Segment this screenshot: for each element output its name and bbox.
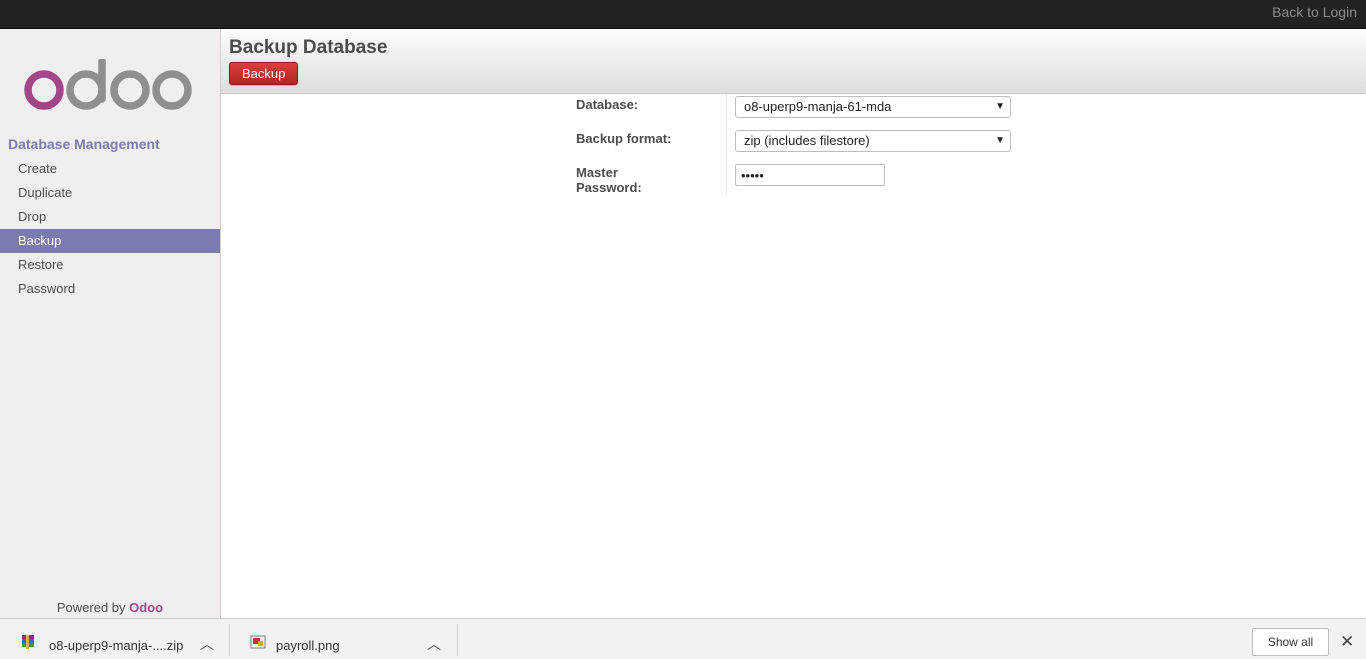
dropdown-arrow-icon: ▼: [995, 101, 1005, 112]
backup-format-select-value: zip (includes filestore): [744, 133, 870, 148]
close-icon[interactable]: ✕: [1340, 632, 1354, 652]
database-select[interactable]: o8-uperp9-manja-61-mda ▼: [735, 96, 1011, 118]
downloads-bar: o8-uperp9-manja-....zip ︿ payroll.png ︿ …: [0, 618, 1366, 659]
show-all-downloads-button[interactable]: Show all: [1252, 628, 1329, 656]
sidebar-item-create[interactable]: Create: [0, 157, 220, 181]
backup-format-label: Backup format:: [576, 131, 672, 146]
backup-format-select[interactable]: zip (includes filestore) ▼: [735, 130, 1011, 152]
database-management-title: Database Management: [8, 136, 160, 152]
sidebar-item-restore[interactable]: Restore: [0, 253, 220, 277]
chevron-up-icon[interactable]: ︿: [427, 634, 441, 654]
top-bar: Back to Login: [0, 0, 1366, 29]
powered-by: Powered by Odoo: [0, 600, 220, 615]
sidebar-item-drop[interactable]: Drop: [0, 205, 220, 229]
odoo-logo: [24, 59, 192, 110]
sidebar-item-duplicate[interactable]: Duplicate: [0, 181, 220, 205]
chevron-up-icon[interactable]: ︿: [200, 634, 214, 654]
sidebar-item-backup[interactable]: Backup: [0, 229, 220, 253]
sidebar: Database Management Create Duplicate Dro…: [0, 29, 221, 618]
master-password-label: Master Password:: [576, 165, 642, 195]
download-item[interactable]: o8-uperp9-manja-....zip ︿: [0, 624, 230, 656]
powered-by-brand-link[interactable]: Odoo: [129, 600, 163, 615]
database-row: Database: o8-uperp9-manja-61-mda ▼: [576, 94, 1016, 128]
download-item[interactable]: payroll.png ︿: [230, 624, 458, 656]
database-select-value: o8-uperp9-manja-61-mda: [744, 99, 892, 114]
backup-format-row: Backup format: zip (includes filestore) …: [576, 128, 1016, 162]
database-label: Database:: [576, 97, 639, 112]
master-password-input[interactable]: [735, 164, 885, 186]
download-item-name: o8-uperp9-manja-....zip: [49, 638, 184, 653]
page-title: Backup Database: [229, 37, 388, 58]
powered-by-text: Powered by: [56, 600, 126, 615]
download-item-name: payroll.png: [276, 638, 340, 653]
back-to-login-link[interactable]: Back to Login: [1272, 4, 1357, 20]
sidebar-menu: Create Duplicate Drop Backup Restore Pas…: [0, 157, 220, 301]
zip-archive-icon: [22, 635, 34, 649]
dropdown-arrow-icon: ▼: [995, 135, 1005, 146]
backup-button[interactable]: Backup: [229, 62, 299, 85]
page-header: Backup Database Backup: [221, 29, 1366, 94]
image-file-icon: [250, 635, 266, 649]
sidebar-item-password[interactable]: Password: [0, 277, 220, 301]
